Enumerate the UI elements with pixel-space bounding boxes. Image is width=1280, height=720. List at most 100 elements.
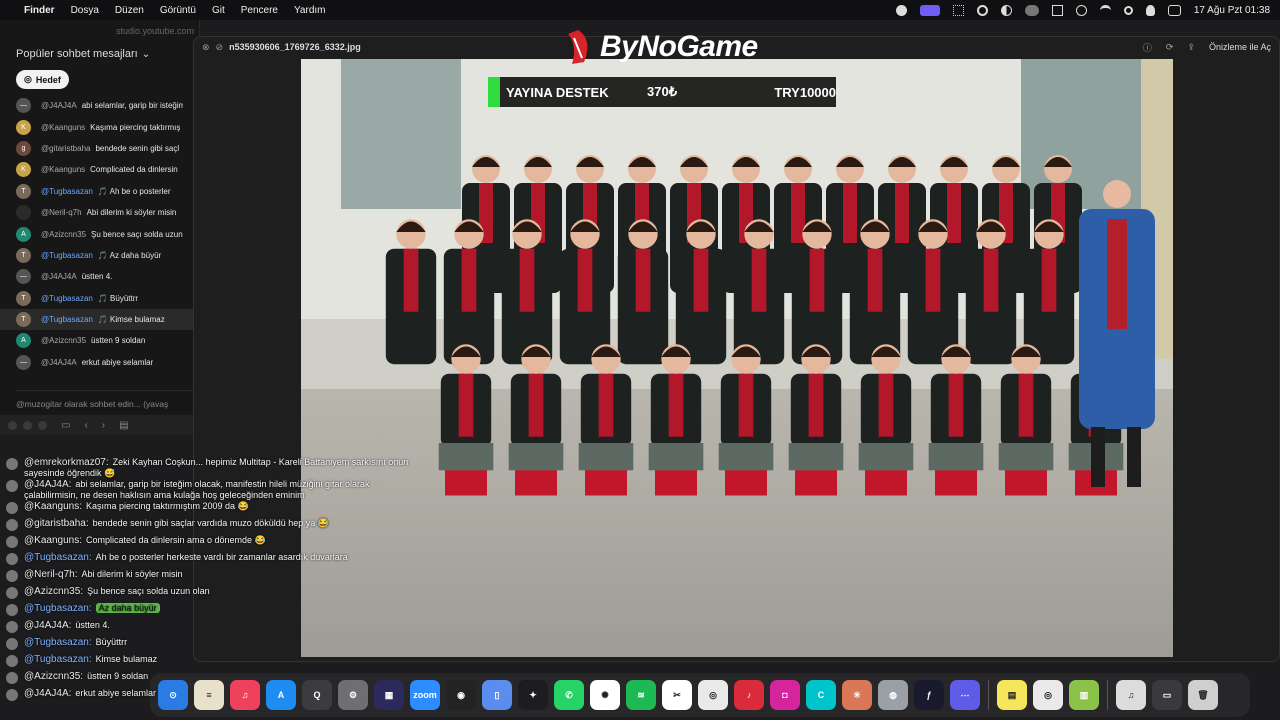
launchpad-icon[interactable]: ◍	[878, 680, 908, 710]
chat-text: Kaşıma piercing taktırmış	[90, 122, 181, 132]
cloud-icon[interactable]	[1024, 4, 1039, 16]
chat-message[interactable]: — @J4AJ4A abi selamlar, garip bir isteğim …	[0, 95, 199, 116]
wifi-icon[interactable]	[1099, 4, 1111, 16]
avatar[interactable]: T	[16, 290, 31, 306]
instagram-icon[interactable]: ◘	[770, 680, 800, 710]
clock[interactable]: 17 Ağu Pzt 01:38	[1194, 5, 1270, 16]
chat-message[interactable]: — @J4AJ4A erkut abiye selamlar	[0, 352, 199, 373]
menu-pencere[interactable]: Pencere	[241, 5, 278, 16]
chat-author[interactable]: @Neril-q7h	[41, 208, 82, 217]
avatar[interactable]: T	[16, 312, 31, 328]
avatar[interactable]: A	[16, 333, 31, 349]
chatgpt-icon[interactable]: ✺	[590, 680, 620, 710]
preview-icon[interactable]: ▯	[482, 680, 512, 710]
stickies-icon[interactable]: ▤	[997, 680, 1027, 710]
avatar[interactable]: T	[16, 183, 31, 199]
chat-author[interactable]: @Azizcnn35	[41, 230, 86, 239]
half-circle-icon[interactable]	[1000, 4, 1012, 16]
chrome-alt-icon[interactable]: ◎	[1033, 680, 1063, 710]
chat-message[interactable]: @Neril-q7h Abi dilerim ki söyler misin	[0, 202, 199, 223]
back-icon[interactable]: ‹	[84, 420, 87, 431]
music-app-icon[interactable]: ♪	[734, 680, 764, 710]
tabs-icon[interactable]: ▤	[119, 420, 128, 431]
avatar[interactable]: g	[16, 140, 31, 156]
rotate-icon[interactable]: ⟳	[1166, 42, 1174, 53]
chat-message[interactable]: A @Azizcnn35 Şu bence saçı solda uzun	[0, 223, 199, 244]
menu-finder[interactable]: Finder	[24, 5, 55, 16]
chat-author[interactable]: @J4AJ4A	[41, 272, 77, 281]
chat-author[interactable]: @J4AJ4A	[41, 358, 77, 367]
chat-input[interactable]: @muzogitar olarak sohbet edin... (yavaş	[16, 390, 193, 409]
chat-message[interactable]: K @Kaanguns Kaşıma piercing taktırmış	[0, 116, 199, 137]
numbers-icon[interactable]: ▥	[1069, 680, 1099, 710]
avatar[interactable]: —	[16, 269, 31, 285]
document-icon[interactable]: ♫	[1116, 680, 1146, 710]
sidebar-icon[interactable]: ▭	[61, 420, 70, 431]
chat-mode-selector[interactable]: Popüler sohbet mesajları ⌄	[0, 42, 199, 66]
record-status-icon[interactable]	[976, 4, 988, 16]
avatar[interactable]	[16, 205, 31, 221]
avatar[interactable]: K	[16, 162, 31, 178]
avatar[interactable]: —	[16, 98, 31, 114]
play-icon[interactable]	[1075, 4, 1087, 16]
menu-yardim[interactable]: Yardım	[294, 5, 326, 16]
avatar[interactable]: T	[16, 247, 31, 263]
trash-icon[interactable]: 🗑	[1188, 680, 1218, 710]
final-cut-icon[interactable]: ✦	[518, 680, 548, 710]
chat-message[interactable]: T @Tugbasazan 🎵 Kimse bulamaz	[0, 308, 199, 331]
zoom-dot[interactable]	[38, 420, 47, 430]
chrome-icon[interactable]: ◎	[698, 680, 728, 710]
chat-author[interactable]: @Azizcnn35	[41, 336, 86, 345]
obs-status-icon[interactable]	[895, 4, 907, 16]
avatar[interactable]: K	[16, 119, 31, 135]
script-icon[interactable]: ƒ	[914, 680, 944, 710]
chat-author[interactable]: @Tugbasazan	[41, 187, 93, 196]
chat-author[interactable]: @Kaanguns	[41, 123, 85, 132]
close-dot[interactable]	[8, 420, 17, 430]
menu-goruntu[interactable]: Görüntü	[160, 5, 196, 16]
chat-message[interactable]: — @J4AJ4A üstten 4.	[0, 266, 199, 287]
apps-grid-icon[interactable]: ⋯	[950, 680, 980, 710]
chat-message[interactable]: A @Azizcnn35 üstten 9 soldan	[0, 330, 199, 351]
overlay-chat-text: üstten 9 soldan	[87, 671, 149, 681]
menu-git[interactable]: Git	[212, 5, 225, 16]
chat-author[interactable]: @Tugbasazan	[41, 251, 93, 260]
forward-icon[interactable]: ›	[102, 420, 105, 431]
chat-author[interactable]: @gitaristbaha	[41, 144, 90, 153]
chat-message[interactable]: K @Kaanguns Complicated da dinlersin	[0, 159, 199, 180]
chat-author[interactable]: @Tugbasazan	[41, 294, 93, 303]
chat-author[interactable]: @Tugbasazan	[41, 315, 93, 324]
chat-message[interactable]: g @gitaristbaha bendede senin gibi saçl	[0, 138, 199, 159]
whatsapp-icon[interactable]: ✆	[554, 680, 584, 710]
open-with-preview-button[interactable]: Önizleme ile Aç	[1209, 42, 1271, 52]
youtube-chat-window: studio.youtube.com Popüler sohbet mesajl…	[0, 20, 200, 415]
chat-message[interactable]: T @Tugbasazan 🎵 Az daha büyür	[0, 245, 199, 266]
info-icon[interactable]: ⓘ	[1143, 41, 1152, 54]
grid-status-icon[interactable]	[952, 4, 964, 16]
overlay-chat-author: @Tugbasazan:	[24, 552, 92, 563]
user-icon[interactable]	[1145, 4, 1155, 16]
chat-message[interactable]: T @Tugbasazan 🎵 Ah be o posterler	[0, 181, 199, 202]
spotify-icon[interactable]: ≋	[626, 680, 656, 710]
layout-icon[interactable]	[1051, 4, 1063, 16]
close-icon[interactable]: ⊗	[202, 42, 210, 53]
screen-share-icon[interactable]	[919, 4, 940, 16]
menu-dosya[interactable]: Dosya	[71, 5, 99, 16]
canva-icon[interactable]: C	[806, 680, 836, 710]
claude-icon[interactable]: ✳	[842, 680, 872, 710]
hedef-button[interactable]: ◎ Hedef	[16, 70, 69, 89]
share-icon[interactable]: ⇪	[1187, 42, 1195, 53]
chat-author[interactable]: @J4AJ4A	[41, 101, 77, 110]
menu-duzen[interactable]: Düzen	[115, 5, 144, 16]
minimize-icon[interactable]: ⊘	[216, 42, 224, 53]
avatar[interactable]: A	[16, 226, 31, 242]
chat-author[interactable]: @Kaanguns	[41, 165, 85, 174]
avatar[interactable]: —	[16, 354, 31, 370]
control-center-icon[interactable]	[1167, 4, 1181, 16]
capcut-icon[interactable]: ✂	[662, 680, 692, 710]
chat-message[interactable]: T @Tugbasazan 🎵 Büyüttrr	[0, 288, 199, 309]
folder-icon[interactable]: ▭	[1152, 680, 1182, 710]
search-icon[interactable]	[1123, 5, 1133, 15]
minimize-dot[interactable]	[23, 420, 32, 430]
obs-icon[interactable]: ◉	[446, 680, 476, 710]
